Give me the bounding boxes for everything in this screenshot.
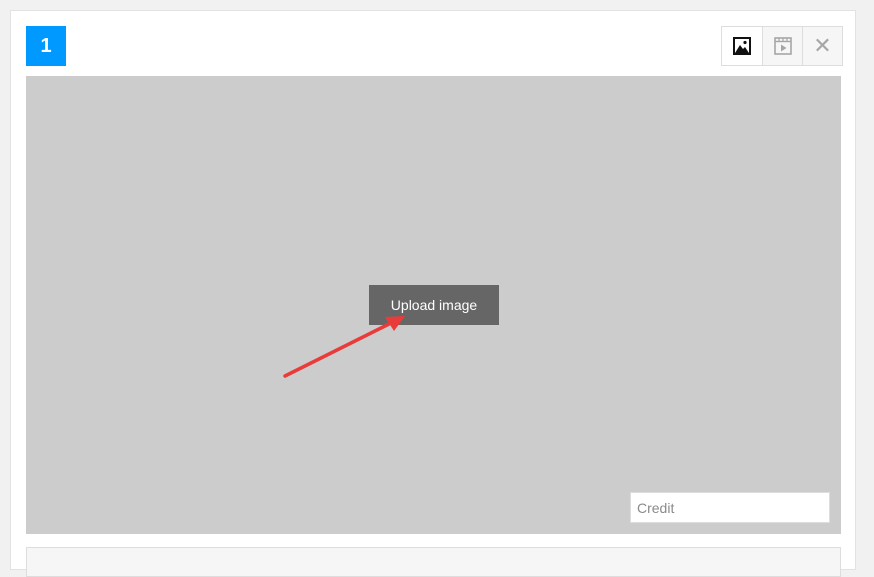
annotation-arrow-icon: [283, 316, 405, 378]
video-mode-button[interactable]: [762, 27, 802, 65]
slide-number-badge: 1: [26, 26, 66, 66]
slide-number-text: 1: [40, 34, 52, 57]
close-icon: ✕: [813, 33, 832, 59]
image-icon: [733, 37, 751, 55]
caption-strip: [26, 547, 841, 577]
credit-input[interactable]: [630, 492, 830, 523]
image-drop-area[interactable]: Upload image: [26, 76, 841, 534]
image-mode-button[interactable]: [722, 27, 762, 65]
slide-panel: 1 ✕ Upload image: [10, 10, 856, 577]
close-button[interactable]: ✕: [802, 27, 842, 65]
video-icon: [773, 37, 792, 55]
media-type-toolbar: ✕: [721, 26, 843, 66]
